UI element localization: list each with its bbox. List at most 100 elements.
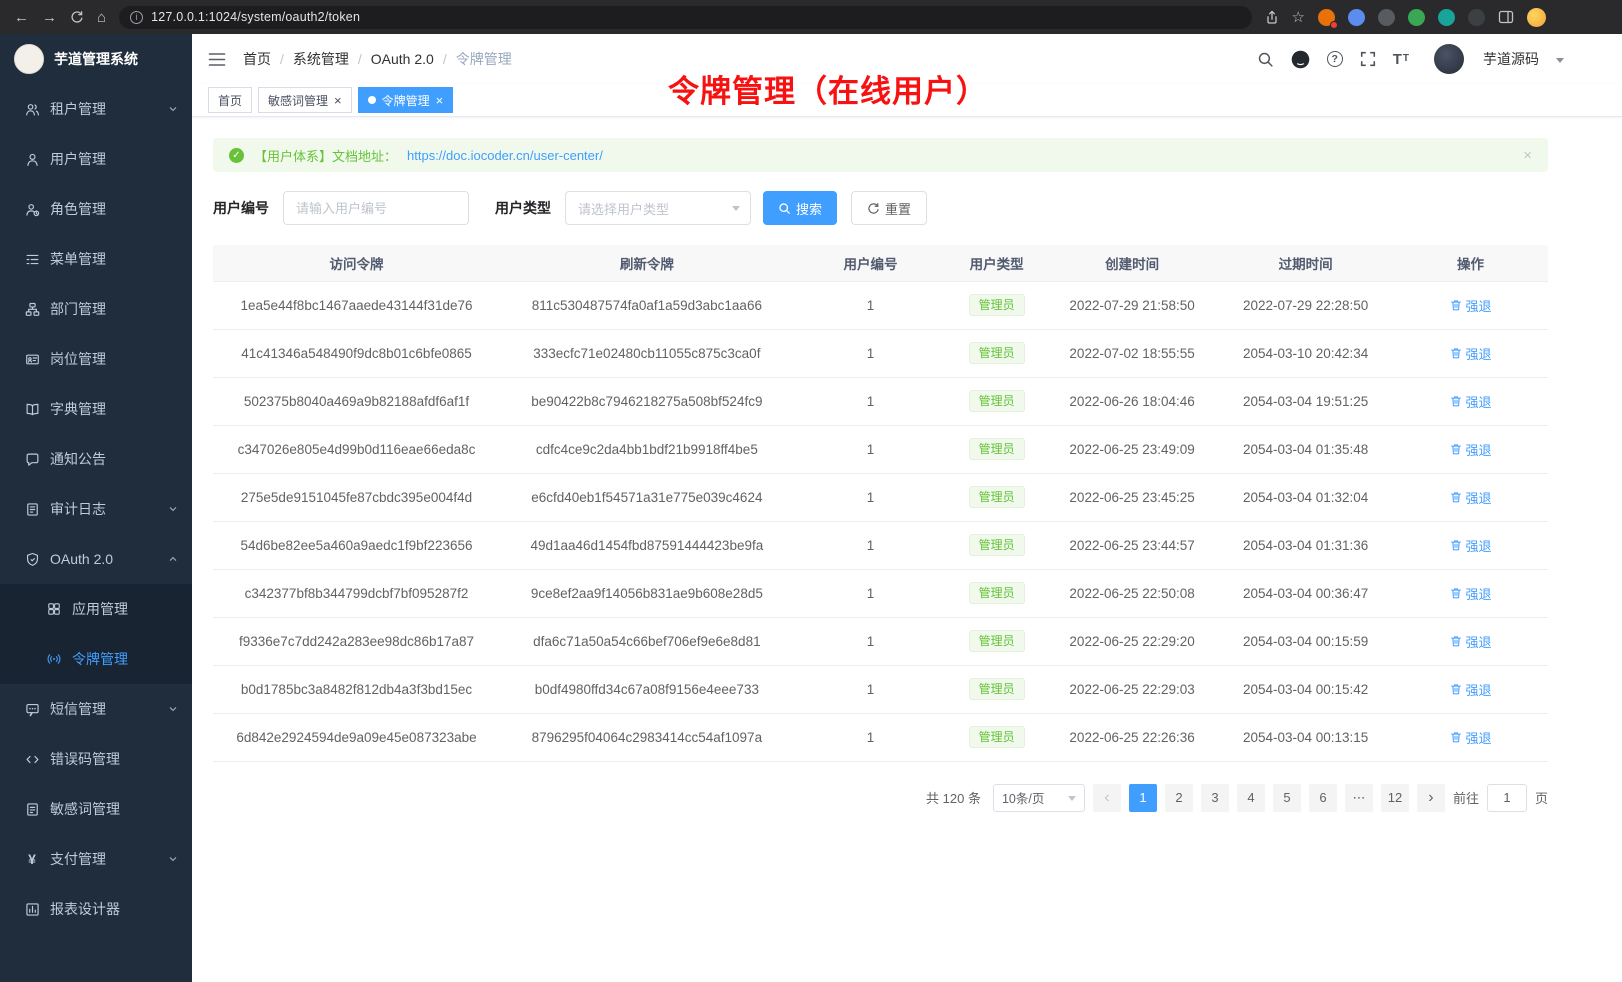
sidebar-item-dict[interactable]: 字典管理	[0, 384, 192, 434]
tab-sensitive-word[interactable]: 敏感词管理 ×	[258, 87, 352, 113]
force-logout-button[interactable]: 强退	[1450, 344, 1492, 363]
sidebar-item-dept[interactable]: 部门管理	[0, 284, 192, 334]
sidebar-item-label: 错误码管理	[50, 749, 120, 769]
page-button-6[interactable]: 6	[1309, 784, 1337, 812]
extension-icon[interactable]	[1408, 9, 1425, 26]
tab-home[interactable]: 首页	[208, 87, 252, 113]
address-bar[interactable]: i 127.0.0.1:1024/system/oauth2/token	[119, 6, 1251, 29]
page-button-2[interactable]: 2	[1165, 784, 1193, 812]
help-icon[interactable]: ?	[1327, 51, 1343, 67]
sidebar-item-tenant[interactable]: 租户管理	[0, 84, 192, 134]
cell-user-type: 管理员	[947, 377, 1046, 425]
sidebar-item-role[interactable]: 角色管理	[0, 184, 192, 234]
more-pages-button[interactable]: ⋯	[1345, 784, 1373, 812]
force-logout-button[interactable]: 强退	[1450, 536, 1492, 555]
error-code-icon	[24, 752, 40, 767]
doc-link[interactable]: https://doc.iocoder.cn/user-center/	[407, 148, 603, 163]
breadcrumb-home[interactable]: 首页	[243, 49, 271, 69]
sidebar-item-sms[interactable]: 短信管理	[0, 684, 192, 734]
force-logout-button[interactable]: 强退	[1450, 392, 1492, 411]
sidebar-item-post[interactable]: 岗位管理	[0, 334, 192, 384]
cell-actions: 强退	[1393, 713, 1548, 761]
close-icon[interactable]: ×	[1523, 148, 1532, 163]
sidebar-item-report[interactable]: 报表设计器	[0, 884, 192, 934]
cell-access-token: 54d6be82ee5a460a9aedc1f9bf223656	[213, 521, 500, 569]
sidebar-item-label: 令牌管理	[72, 649, 128, 669]
github-icon[interactable]	[1291, 50, 1310, 69]
page-button-1[interactable]: 1	[1129, 784, 1157, 812]
sidebar-item-audit-log[interactable]: 审计日志	[0, 484, 192, 534]
tab-token[interactable]: 令牌管理 ×	[358, 87, 454, 113]
search-icon[interactable]	[1257, 51, 1274, 68]
browser-reload-button[interactable]	[70, 10, 84, 24]
sidebar-item-oauth-token[interactable]: 令牌管理	[0, 634, 192, 684]
sidebar-item-error-code[interactable]: 错误码管理	[0, 734, 192, 784]
force-logout-button[interactable]: 强退	[1450, 632, 1492, 651]
page-size-value: 10条/页	[1002, 788, 1044, 807]
sidebar-item-oauth[interactable]: OAuth 2.0	[0, 534, 192, 584]
table-row: 41c41346a548490f9dc8b01c6bfe0865 333ecfc…	[213, 329, 1548, 377]
breadcrumb-system[interactable]: 系统管理	[293, 49, 349, 69]
app-logo[interactable]: 芋道管理系统	[0, 34, 192, 84]
force-logout-button[interactable]: 强退	[1450, 680, 1492, 699]
sidebar-item-user[interactable]: 用户管理	[0, 134, 192, 184]
cell-actions: 强退	[1393, 569, 1548, 617]
search-button[interactable]: 搜索	[763, 191, 837, 225]
font-size-icon[interactable]: TT	[1393, 52, 1409, 67]
user-id-input[interactable]	[283, 191, 469, 225]
site-info-icon[interactable]: i	[130, 11, 143, 24]
split-screen-icon[interactable]	[1498, 10, 1514, 24]
extension-icon[interactable]	[1348, 9, 1365, 26]
prev-page-button[interactable]: ‹	[1093, 784, 1121, 812]
force-logout-button[interactable]: 强退	[1450, 728, 1492, 747]
close-icon[interactable]: ×	[334, 94, 342, 107]
sidebar-toggle-button[interactable]	[208, 52, 226, 67]
force-logout-button[interactable]: 强退	[1450, 488, 1492, 507]
chevron-down-icon[interactable]	[1556, 58, 1564, 67]
cell-created: 2022-06-25 23:49:09	[1046, 425, 1218, 473]
page-button-12[interactable]: 12	[1381, 784, 1409, 812]
extension-icon[interactable]	[1318, 9, 1335, 26]
next-page-button[interactable]: ›	[1417, 784, 1445, 812]
sidebar-item-pay[interactable]: ¥ 支付管理	[0, 834, 192, 884]
force-logout-button[interactable]: 强退	[1450, 296, 1492, 315]
browser-back-button[interactable]: ←	[14, 10, 29, 25]
annotation-text: 令牌管理（在线用户）	[668, 66, 988, 111]
close-icon[interactable]: ×	[436, 94, 444, 107]
sidebar-item-oauth-app[interactable]: 应用管理	[0, 584, 192, 634]
cell-created: 2022-07-29 21:58:50	[1046, 281, 1218, 329]
force-logout-button[interactable]: 强退	[1450, 584, 1492, 603]
goto-page-input[interactable]	[1487, 784, 1527, 812]
logo-image	[14, 44, 44, 74]
cell-actions: 强退	[1393, 377, 1548, 425]
search-button-label: 搜索	[796, 199, 822, 218]
page-button-3[interactable]: 3	[1201, 784, 1229, 812]
user-type-select[interactable]: 请选择用户类型	[565, 191, 751, 225]
breadcrumb-oauth[interactable]: OAuth 2.0	[371, 51, 434, 67]
extension-icon[interactable]	[1468, 9, 1485, 26]
user-avatar[interactable]	[1434, 44, 1464, 74]
page-button-4[interactable]: 4	[1237, 784, 1265, 812]
col-access-token: 访问令牌	[213, 245, 500, 281]
browser-forward-button[interactable]: →	[42, 10, 57, 25]
extension-icon[interactable]	[1378, 9, 1395, 26]
sidebar-item-label: 支付管理	[50, 849, 106, 869]
sidebar-item-sensitive-word[interactable]: 敏感词管理	[0, 784, 192, 834]
fullscreen-icon[interactable]	[1360, 51, 1376, 67]
page-size-select[interactable]: 10条/页	[993, 784, 1085, 812]
header-actions: ? TT 芋道源码	[1257, 44, 1564, 74]
user-name[interactable]: 芋道源码	[1483, 49, 1539, 69]
cell-created: 2022-06-25 22:29:20	[1046, 617, 1218, 665]
browser-profile-avatar[interactable]	[1527, 8, 1546, 27]
browser-home-button[interactable]: ⌂	[97, 10, 106, 25]
extension-icon[interactable]	[1438, 9, 1455, 26]
sidebar-item-menu[interactable]: 菜单管理	[0, 234, 192, 284]
bookmark-star-icon[interactable]: ☆	[1292, 10, 1305, 25]
sidebar-item-notice[interactable]: 通知公告	[0, 434, 192, 484]
page-button-5[interactable]: 5	[1273, 784, 1301, 812]
force-logout-button[interactable]: 强退	[1450, 440, 1492, 459]
share-icon[interactable]	[1265, 10, 1279, 25]
cell-user-id: 1	[794, 617, 948, 665]
sidebar-item-label: 报表设计器	[50, 899, 120, 919]
reset-button[interactable]: 重置	[851, 191, 927, 225]
